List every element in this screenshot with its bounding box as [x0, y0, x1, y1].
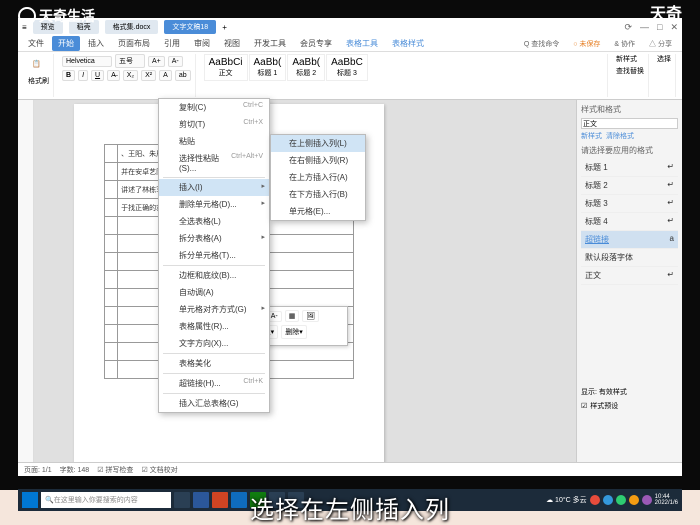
- monitor-frame: ≡ 预览 稻壳 格式集.docx 文字文稿18 + ⟳ — □ ✕ 文件 开始 …: [0, 0, 700, 490]
- menu-cut[interactable]: 剪切(T)Ctrl+X: [159, 116, 269, 133]
- fontcolor-button[interactable]: A: [159, 70, 172, 81]
- menu-text-direction[interactable]: 文字方向(X)...: [159, 335, 269, 352]
- mini-table-icon[interactable]: ▦: [285, 310, 300, 322]
- status-spellcheck[interactable]: ☑ 拼写检查: [97, 465, 133, 475]
- brand-logo-overlay: 天奇生活: [18, 6, 95, 26]
- sync-icon[interactable]: ⟳: [624, 22, 632, 33]
- mini-image-icon[interactable]: 🖼: [302, 310, 319, 322]
- sup-button[interactable]: X²: [141, 70, 156, 81]
- ribbon-tab-file[interactable]: 文件: [22, 36, 50, 51]
- ribbon-toolbar: 📋 格式刷 Helvetica 五号 A+ A- B I U A̶ X₂ X² …: [18, 52, 682, 100]
- menu-paste-special[interactable]: 选择性粘贴(S)...Ctrl+Alt+V: [159, 150, 269, 176]
- video-subtitle: 选择在左侧插入列: [0, 489, 700, 525]
- brand-topright-overlay: 天奇: [650, 0, 682, 24]
- style-preset-label[interactable]: ☑ 样式预设: [581, 399, 678, 413]
- style-item-body[interactable]: 正文↵: [581, 267, 678, 285]
- window-titlebar: ≡ 预览 稻壳 格式集.docx 文字文稿18 + ⟳ — □ ✕: [18, 18, 682, 36]
- menu-insert[interactable]: 插入(I): [159, 179, 269, 196]
- sub-button[interactable]: X₂: [123, 70, 138, 81]
- styles-panel-title: 样式和格式: [581, 104, 678, 115]
- strike-button[interactable]: A̶: [107, 70, 120, 81]
- context-menu: 复制(C)Ctrl+C 剪切(T)Ctrl+X 粘贴 选择性粘贴(S)...Ct…: [158, 98, 270, 413]
- ribbon-tab-member[interactable]: 会员专享: [294, 36, 338, 51]
- status-page: 页面: 1/1: [24, 465, 52, 475]
- style-item-h1[interactable]: 标题 1↵: [581, 159, 678, 177]
- decrease-font-button[interactable]: A-: [168, 56, 183, 67]
- styles-panel: 样式和格式 新样式 清除格式 请选择要应用的格式 标题 1↵ 标题 2↵ 标题 …: [576, 100, 682, 462]
- ribbon-tab-layout[interactable]: 页面布局: [112, 36, 156, 51]
- insert-submenu: 在上侧插入列(L) 在右侧插入列(R) 在上方插入行(A) 在下方插入行(B) …: [270, 134, 366, 221]
- menu-insert-summary[interactable]: 插入汇总表格(G): [159, 395, 269, 412]
- menu-table-props[interactable]: 表格属性(R)...: [159, 318, 269, 335]
- ribbon-collab[interactable]: & 协作: [608, 37, 641, 51]
- menu-delete-cell[interactable]: 删除单元格(D)...: [159, 196, 269, 213]
- style-item-defaultpara[interactable]: 默认段落字体: [581, 249, 678, 267]
- ribbon-share[interactable]: △ 分享: [643, 37, 678, 51]
- ruler-vertical: [18, 100, 34, 462]
- menu-cell-align[interactable]: 单元格对齐方式(G): [159, 301, 269, 318]
- italic-button[interactable]: I: [78, 70, 88, 81]
- format-brush-button[interactable]: 格式刷: [28, 76, 49, 86]
- fontsize-select[interactable]: 五号: [115, 54, 145, 68]
- new-style-link[interactable]: 新样式: [581, 131, 602, 141]
- paste-button[interactable]: 📋: [28, 54, 49, 74]
- style-preset-2[interactable]: AaBb(标题 2: [287, 54, 325, 81]
- menu-paste[interactable]: 粘贴: [159, 133, 269, 150]
- ribbon-tab-insert[interactable]: 插入: [82, 36, 110, 51]
- submenu-insert-col-right[interactable]: 在右侧插入列(R): [271, 152, 365, 169]
- menu-auto-adjust[interactable]: 自动调(A): [159, 284, 269, 301]
- styles-list-label: 请选择要应用的格式: [581, 145, 678, 156]
- ribbon-tab-reference[interactable]: 引用: [158, 36, 186, 51]
- screen: ≡ 预览 稻壳 格式集.docx 文字文稿18 + ⟳ — □ ✕ 文件 开始 …: [18, 18, 682, 476]
- clear-format-link[interactable]: 清除格式: [606, 131, 634, 141]
- ribbon-tab-tabletools[interactable]: 表格工具: [340, 36, 384, 51]
- minimize-icon[interactable]: —: [640, 22, 649, 33]
- ribbon-search[interactable]: Q 查找命令: [518, 37, 565, 51]
- menu-select-table[interactable]: 全选表格(L): [159, 213, 269, 230]
- ribbon-tabs: 文件 开始 插入 页面布局 引用 审阅 视图 开发工具 会员专享 表格工具 表格…: [18, 36, 682, 52]
- new-tab-icon[interactable]: +: [222, 23, 227, 32]
- ribbon-tab-tablestyle[interactable]: 表格样式: [386, 36, 430, 51]
- mini-delete[interactable]: 删除▾: [281, 325, 307, 339]
- style-item-h4[interactable]: 标题 4↵: [581, 213, 678, 231]
- find-replace-button[interactable]: 查找替换: [616, 66, 644, 76]
- menu-split-table[interactable]: 拆分表格(A): [159, 230, 269, 247]
- font-select[interactable]: Helvetica: [62, 56, 112, 67]
- bold-button[interactable]: B: [62, 70, 75, 81]
- increase-font-button[interactable]: A+: [148, 56, 165, 67]
- style-preset-3[interactable]: AaBbC标题 3: [326, 54, 368, 81]
- ribbon-tab-devtools[interactable]: 开发工具: [248, 36, 292, 51]
- submenu-insert-row-below[interactable]: 在下方插入行(B): [271, 186, 365, 203]
- status-proof[interactable]: ☑ 文档校对: [141, 465, 177, 475]
- show-styles-dropdown[interactable]: 显示: 有效样式: [581, 385, 678, 399]
- titlebar-tab-3[interactable]: 文字文稿18: [164, 20, 216, 34]
- ribbon-tab-review[interactable]: 审阅: [188, 36, 216, 51]
- submenu-insert-col-left[interactable]: 在上侧插入列(L): [271, 135, 365, 152]
- ribbon-unsaved: ○ 未保存: [567, 37, 606, 51]
- style-preset-0[interactable]: AaBbCi正文: [204, 54, 248, 81]
- menu-table-beautify[interactable]: 表格美化: [159, 355, 269, 372]
- status-words: 字数: 148: [60, 465, 90, 475]
- submenu-insert-cell[interactable]: 单元格(E)...: [271, 203, 365, 220]
- menu-copy[interactable]: 复制(C)Ctrl+C: [159, 99, 269, 116]
- menu-hyperlink[interactable]: 超链接(H)...Ctrl+K: [159, 375, 269, 392]
- menu-split-cell[interactable]: 拆分单元格(T)...: [159, 247, 269, 264]
- new-style-button[interactable]: 新样式: [616, 54, 644, 64]
- menu-border-shading[interactable]: 边框和底纹(B)...: [159, 267, 269, 284]
- statusbar: 页面: 1/1 字数: 148 ☑ 拼写检查 ☑ 文档校对: [18, 462, 682, 476]
- style-item-hyperlink[interactable]: 超链接a: [581, 231, 678, 249]
- ribbon-tab-view[interactable]: 视图: [218, 36, 246, 51]
- submenu-insert-row-above[interactable]: 在上方插入行(A): [271, 169, 365, 186]
- select-button[interactable]: 选择: [657, 54, 671, 64]
- style-preset-1[interactable]: AaBb(标题 1: [249, 54, 287, 81]
- ribbon-tab-start[interactable]: 开始: [52, 36, 80, 51]
- highlight-button[interactable]: ab: [175, 70, 191, 81]
- titlebar-tab-2[interactable]: 格式集.docx: [105, 20, 159, 34]
- style-item-h2[interactable]: 标题 2↵: [581, 177, 678, 195]
- current-style-field[interactable]: [581, 118, 678, 129]
- style-item-h3[interactable]: 标题 3↵: [581, 195, 678, 213]
- underline-button[interactable]: U: [91, 70, 104, 81]
